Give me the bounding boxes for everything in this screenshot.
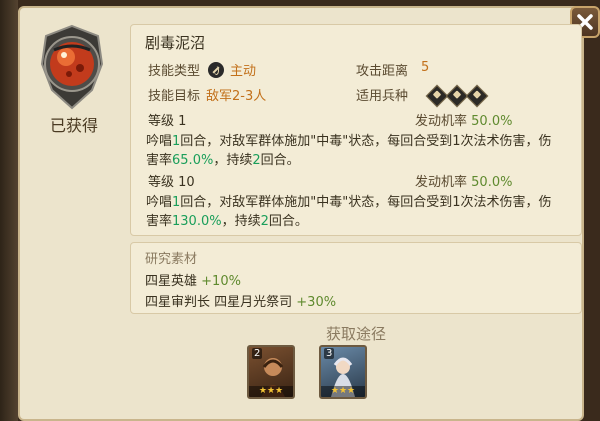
- level-1-desc-line-1: 吟唱1回合，对敌军群体施加"中毒"状态，每回合受到1次法术伤害，伤: [146, 134, 552, 149]
- skill-target-label: 技能目标: [148, 89, 201, 104]
- skill-type-label: 技能类型: [148, 64, 201, 79]
- level-1-description: 吟唱1回合，对敌军群体施加"中毒"状态，每回合受到1次法术伤害，伤 害率65.0…: [146, 132, 576, 170]
- level-1-label: 等级 1: [148, 114, 187, 129]
- material-row-1: 四星英雄 +10%: [145, 274, 241, 289]
- level-10-rate: 发动机率 50.0%: [415, 175, 513, 190]
- materials-title: 研究素材: [145, 252, 198, 267]
- hero-card-warrior[interactable]: 2 ★★★: [247, 345, 295, 399]
- active-skill-icon: [208, 62, 224, 78]
- attack-range-value: 5: [421, 60, 430, 75]
- hero-card-priestess[interactable]: 3 ★★★: [319, 345, 367, 399]
- hero-warrior-badge: 2: [252, 348, 263, 359]
- level-10-desc-line-2: 害率130.0%，持续2回合。: [146, 214, 308, 229]
- skill-name: 剧毒泥沼: [145, 34, 206, 52]
- obtained-status-label: 已获得: [49, 116, 98, 135]
- hero-priestess-stars: ★★★: [321, 386, 365, 397]
- material-row-2: 四星审判长 四星月光祭司 +30%: [145, 295, 337, 310]
- hero-warrior-stars: ★★★: [249, 386, 293, 397]
- unit-type-label: 适用兵种: [356, 89, 409, 104]
- skill-type-value: 主动: [208, 60, 256, 79]
- level-10-description: 吟唱1回合，对敌军群体施加"中毒"状态，每回合受到1次法术伤害，伤 害率130.…: [146, 193, 576, 231]
- hero-priestess-badge: 3: [324, 348, 335, 359]
- level-1-desc-line-2: 害率65.0%，持续2回合。: [146, 153, 300, 168]
- poison-bubble-icon: [36, 24, 108, 110]
- level-1-rate: 发动机率 50.0%: [415, 114, 513, 129]
- skill-target-value: 敌军2-3人: [206, 89, 267, 104]
- acquire-title: 获取途径: [325, 325, 386, 343]
- attack-range-label: 攻击距离: [356, 64, 409, 79]
- background-left-strip: [0, 0, 18, 421]
- level-10-desc-line-1: 吟唱1回合，对敌军群体施加"中毒"状态，每回合受到1次法术伤害，伤: [146, 195, 552, 210]
- level-10-label: 等级 10: [148, 175, 195, 190]
